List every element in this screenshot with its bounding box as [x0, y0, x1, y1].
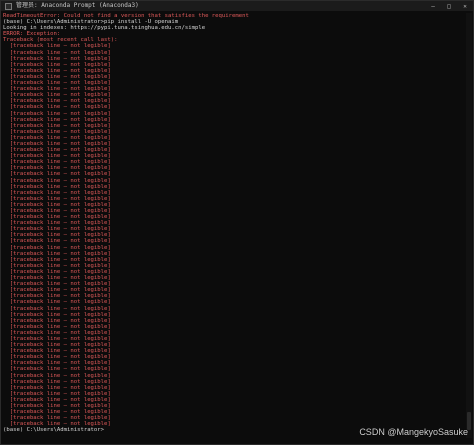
watermark: CSDN @MangekyoSasuke	[359, 427, 468, 437]
minimize-button[interactable]: —	[429, 3, 437, 10]
console-icon	[5, 2, 12, 10]
maximize-button[interactable]: □	[445, 3, 453, 10]
vertical-scrollbar[interactable]	[466, 13, 472, 438]
console-output[interactable]: ReadTimeoutError: Could not find a versi…	[3, 13, 465, 438]
terminal-window: 管理员: Anaconda Prompt (Anaconda3) — □ ✕ R…	[0, 0, 474, 445]
window-controls: — □ ✕	[429, 3, 469, 10]
close-button[interactable]: ✕	[461, 3, 469, 10]
window-title: 管理员: Anaconda Prompt (Anaconda3)	[16, 2, 139, 9]
title-bar[interactable]: 管理员: Anaconda Prompt (Anaconda3) — □ ✕	[1, 1, 473, 11]
